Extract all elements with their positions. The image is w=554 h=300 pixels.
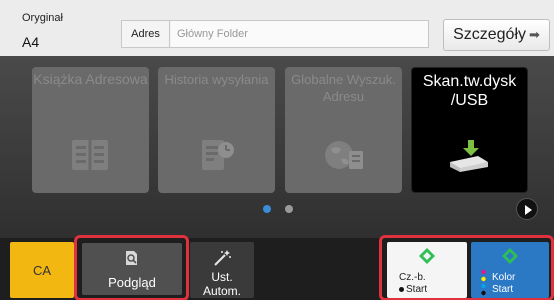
address-book-tile[interactable]: Książka Adresowa [32,67,149,193]
auto-set-button[interactable]: Ust. Autom. [190,242,254,298]
address-input[interactable]: Główny Folder [171,21,428,47]
page-indicator-inactive[interactable] [285,205,293,213]
global-address-search-icon [325,141,363,169]
usb-drive-icon [450,140,488,172]
bw-label-line2-text: Start [406,284,428,295]
preview-button[interactable]: Podgląd [82,243,182,295]
magic-wand-icon [214,250,231,266]
scan-to-usb-label: Skan.tw.dysk /USB [422,73,517,109]
preview-magnifier-icon [126,251,137,265]
address-book-icon [72,140,108,170]
bottom-bar: CA Podgląd Ust. Autom. Cz.-b. Start Kolo… [0,235,554,300]
bw-start-label: Cz.-b. Start [399,272,427,296]
global-address-search-label: Globalne Wyszuk. Adresu [291,72,396,104]
original-size-value[interactable]: A4 [22,34,39,50]
bw-label-line2: Start [399,284,427,296]
main-panel: Książka Adresowa Historia wysyłania Glob… [0,56,554,238]
bw-label-line1: Cz.-b. [399,272,426,283]
original-label: Oryginał [22,12,63,24]
details-label: Szczegóły [453,26,526,43]
black-dot-icon [399,286,404,292]
clear-all-label: CA [32,262,52,278]
details-button[interactable]: Szczegóły ➡ [443,19,550,51]
send-history-icon [202,140,234,170]
arrow-right-icon: ➡ [529,27,540,42]
preview-label: Podgląd [108,275,156,290]
scan-home-screen: Oryginał A4 Adres Główny Folder Szczegół… [0,0,554,300]
page-indicator-active [263,205,271,213]
global-address-search-tile[interactable]: Globalne Wyszuk. Adresu [285,67,402,193]
bw-start-button[interactable]: Cz.-b. Start [387,242,467,298]
auto-set-label: Ust. Autom. [190,270,254,298]
auto-set-label-line1: Ust. [211,270,233,284]
color-start-button[interactable]: Kolor Start [471,242,549,298]
top-bar: Oryginał A4 Adres Główny Folder Szczegół… [0,0,554,56]
auto-set-label-line2: Autom. [202,284,241,298]
cmyk-dots-icon [481,269,486,296]
color-label-line2: Start [492,284,514,295]
send-history-tile[interactable]: Historia wysyłania [158,67,275,193]
scan-to-usb-tile[interactable]: Skan.tw.dysk /USB [411,67,528,193]
address-field[interactable]: Adres Główny Folder [121,20,429,48]
next-page-button[interactable] [516,198,538,220]
start-diamond-icon [502,248,518,264]
address-label: Adres [122,21,170,47]
send-history-label: Historia wysyłania [164,72,269,87]
address-book-label: Książka Adresowa [33,71,148,87]
clear-all-button[interactable]: CA [10,242,74,298]
start-diamond-icon [419,248,435,264]
color-label-line1: Kolor [492,272,516,283]
color-start-label: Kolor Start [492,272,515,296]
